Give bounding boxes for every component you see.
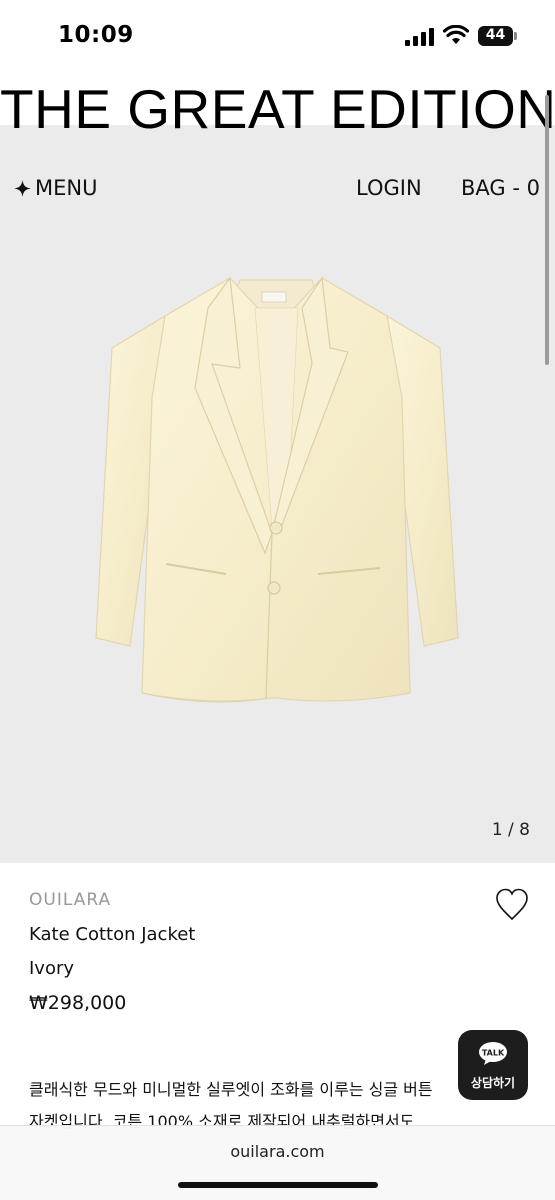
product-color: Ivory [29, 958, 75, 979]
product-image-jacket[interactable] [90, 268, 462, 714]
home-indicator[interactable] [178, 1182, 378, 1188]
site-logo[interactable]: THE GREAT EDITION [0, 76, 555, 142]
battery-icon: 44 [478, 26, 518, 46]
status-bar: 10:09 44 [0, 0, 555, 76]
product-price: ₩298,000 [29, 992, 127, 1014]
login-link[interactable]: LOGIN [356, 176, 422, 200]
chat-consult-button[interactable]: TALK 상담하기 [458, 1030, 528, 1100]
browser-bottom-bar: ouilara.com [0, 1125, 555, 1200]
description-line: 클래식한 무드와 미니멀한 실루엣이 조화를 이루는 싱글 버튼 [29, 1080, 433, 1099]
brand-name[interactable]: OUILARA [29, 890, 111, 910]
sparkle-icon [14, 179, 31, 197]
heart-outline-icon[interactable] [495, 887, 529, 923]
scrollbar[interactable] [545, 95, 549, 365]
battery-level: 44 [485, 27, 506, 43]
chat-label: 상담하기 [470, 1076, 516, 1090]
cellular-signal-icon [405, 28, 434, 46]
wifi-icon [443, 25, 469, 44]
menu-button[interactable]: MENU [14, 176, 97, 200]
status-time: 10:09 [58, 22, 134, 48]
product-name: Kate Cotton Jacket [29, 924, 196, 945]
talk-bubble-text: TALK [482, 1049, 505, 1058]
menu-label: MENU [35, 176, 98, 200]
address-bar[interactable]: ouilara.com [0, 1142, 555, 1161]
bag-link[interactable]: BAG - 0 [461, 176, 540, 200]
kakao-talk-icon: TALK [479, 1042, 507, 1065]
image-counter: 1 / 8 [491, 820, 530, 840]
